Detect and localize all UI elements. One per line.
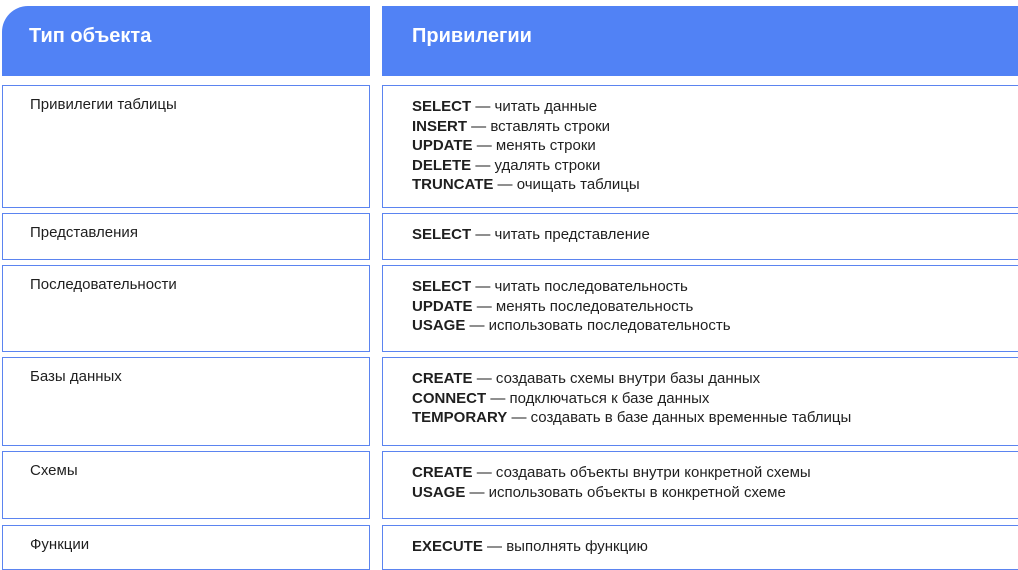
object-type-label: Схемы xyxy=(30,462,78,479)
privilege-keyword: INSERT xyxy=(412,117,468,135)
privilege-line: SELECT — читать данные xyxy=(412,97,1018,117)
privilege-line: DELETE — удалять строки xyxy=(412,156,1018,176)
privilege-keyword: USAGE xyxy=(412,317,466,334)
privilege-keyword: SELECT xyxy=(412,278,472,295)
privilege-line: UPDATE — менять последовательность xyxy=(412,297,1018,317)
privilege-description: — создавать в базе данных временные табл… xyxy=(507,409,852,426)
privilege-description: — использовать объекты в конкретной схем… xyxy=(465,483,786,501)
object-type-cell: Представления xyxy=(2,213,370,260)
privilege-keyword: UPDATE xyxy=(412,297,473,315)
privileges-cell: EXECUTE — выполнять функцию xyxy=(382,525,1018,570)
privilege-line: CREATE — создавать объекты внутри конкре… xyxy=(412,463,1018,483)
privilege-description: — менять последовательность xyxy=(472,297,694,315)
object-type-label: Функции xyxy=(30,536,90,553)
privilege-keyword: CREATE xyxy=(412,370,473,387)
privileges-cell: SELECT — читать представление xyxy=(382,213,1018,260)
privilege-keyword: TRUNCATE xyxy=(412,176,494,193)
privilege-description: — очищать таблицы xyxy=(493,176,640,193)
privilege-line: USAGE — использовать последовательность xyxy=(412,316,1018,336)
privileges-cell: SELECT — читать последовательность UPDATE… xyxy=(382,265,1018,352)
privilege-description: — читать данные xyxy=(471,98,598,115)
privilege-line: EXECUTE — выполнять функцию xyxy=(412,537,1018,557)
privilege-line: TRUNCATE — очищать таблицы xyxy=(412,175,1018,195)
header-object-type: Тип объекта xyxy=(2,6,370,76)
privilege-line: SELECT — читать представление xyxy=(412,225,1018,245)
privilege-keyword: DELETE xyxy=(412,156,472,174)
object-type-label: Привилегии таблицы xyxy=(30,96,177,113)
privilege-description: — создавать объекты внутри конкретной сх… xyxy=(472,464,811,481)
privilege-line: INSERT — вставлять строки xyxy=(412,117,1018,137)
privileges-cell: CREATE — создавать схемы внутри базы дан… xyxy=(382,357,1018,446)
privilege-description: — менять строки xyxy=(472,137,596,154)
privilege-line: CONNECT — подключаться к базе данных xyxy=(412,389,1018,409)
privilege-keyword: CONNECT xyxy=(412,389,487,407)
privilege-keyword: SELECT xyxy=(412,226,472,243)
privileges-cell: SELECT — читать данные INSERT — вставлять… xyxy=(382,85,1018,208)
header-privileges: Привилегии xyxy=(382,6,1018,76)
privilege-keyword: SELECT xyxy=(412,98,472,115)
privilege-keyword: UPDATE xyxy=(412,137,473,154)
privilege-description: — читать последовательность xyxy=(471,278,688,295)
privilege-description: — выполнять функцию xyxy=(482,538,648,555)
object-type-label: Представления xyxy=(30,224,138,241)
privilege-description: — удалять строки xyxy=(471,156,601,174)
privilege-line: USAGE — использовать объекты в конкретно… xyxy=(412,483,1018,503)
object-type-cell: Последовательности xyxy=(2,265,370,352)
privilege-description: — создавать схемы внутри базы данных xyxy=(472,370,761,387)
privilege-keyword: TEMPORARY xyxy=(412,409,508,426)
privilege-line: SELECT — читать последовательность xyxy=(412,277,1018,297)
privileges-cell: CREATE — создавать объекты внутри конкре… xyxy=(382,451,1018,519)
object-type-cell: Привилегии таблицы xyxy=(2,85,370,208)
privilege-line: TEMPORARY — создавать в базе данных врем… xyxy=(412,408,1018,428)
object-type-label: Базы данных xyxy=(30,368,122,385)
privilege-line: UPDATE — менять строки xyxy=(412,136,1018,156)
privilege-description: — читать представление xyxy=(471,226,650,243)
privilege-description: — вставлять строки xyxy=(467,117,611,135)
object-type-cell: Функции xyxy=(2,525,370,570)
privilege-keyword: CREATE xyxy=(412,464,473,481)
privilege-description: — подключаться к базе данных xyxy=(486,389,710,407)
privilege-keyword: USAGE xyxy=(412,483,466,501)
privilege-description: — использовать последовательность xyxy=(465,317,731,334)
object-type-cell: Схемы xyxy=(2,451,370,519)
privilege-line: CREATE — создавать схемы внутри базы дан… xyxy=(412,369,1018,389)
object-type-label: Последовательности xyxy=(30,276,177,293)
privilege-keyword: EXECUTE xyxy=(412,538,483,555)
object-type-cell: Базы данных xyxy=(2,357,370,446)
